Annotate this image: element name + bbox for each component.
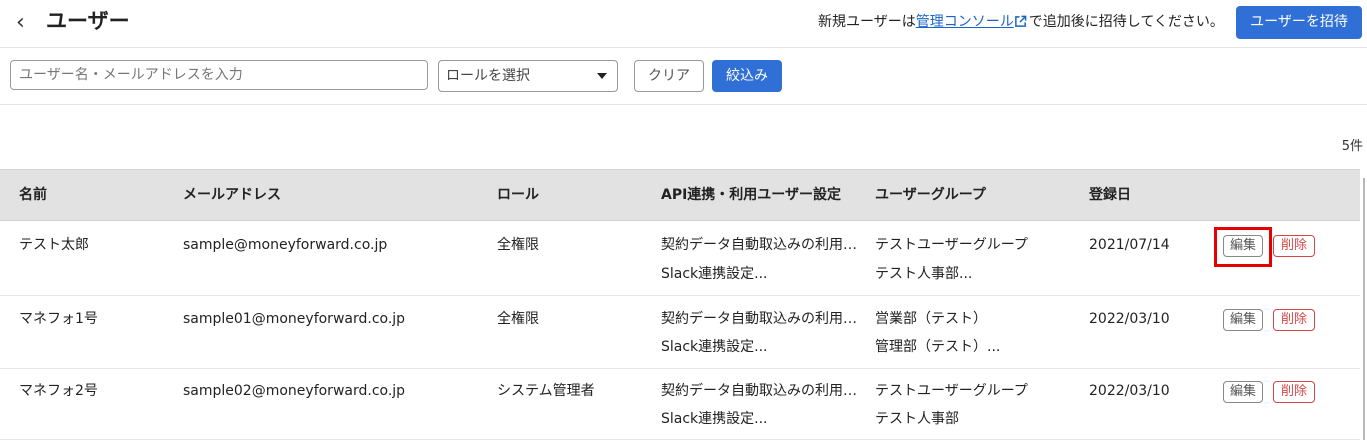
registered-date: 2022/03/10 <box>1089 383 1170 399</box>
invite-user-button[interactable]: ユーザーを招待 <box>1236 6 1362 39</box>
column-header-role: ロール <box>497 187 539 203</box>
user-group: テストユーザーグループ <box>875 237 1028 253</box>
admin-console-link[interactable]: 管理コンソール <box>916 14 1014 30</box>
search-input[interactable] <box>10 60 428 90</box>
user-group: 管理部（テスト）... <box>875 339 1001 355</box>
caret-down-icon <box>597 73 607 79</box>
registered-date: 2021/07/14 <box>1089 237 1170 253</box>
table-row <box>0 369 1360 440</box>
user-email: sample01@moneyforward.co.jp <box>183 311 406 327</box>
user-name: テスト太郎 <box>19 237 89 253</box>
delete-button[interactable]: 削除 <box>1273 309 1315 331</box>
user-name: マネフォ1号 <box>19 311 98 327</box>
user-email: sample02@moneyforward.co.jp <box>183 383 406 399</box>
role-select-label: ロールを選択 <box>446 68 530 84</box>
column-header-name: 名前 <box>19 187 47 203</box>
table-row <box>0 296 1360 369</box>
filter-button[interactable]: 絞込み <box>712 60 782 92</box>
header-divider <box>0 47 1367 48</box>
api-setting: Slack連携設定... <box>661 411 768 427</box>
clear-button[interactable]: クリア <box>634 60 704 92</box>
page-title: ユーザー <box>46 9 130 33</box>
invite-notice: 新規ユーザーは管理コンソール で追加後に招待してください。 <box>818 12 1224 32</box>
edit-button[interactable]: 編集 <box>1223 381 1263 403</box>
column-header-email: メールアドレス <box>183 187 281 203</box>
column-header-date: 登録日 <box>1089 187 1131 203</box>
api-setting: Slack連携設定... <box>661 266 768 282</box>
notice-prefix: 新規ユーザーは <box>818 14 916 30</box>
user-email: sample@moneyforward.co.jp <box>183 237 388 253</box>
scrollbar[interactable] <box>1363 178 1365 440</box>
delete-button[interactable]: 削除 <box>1273 381 1315 403</box>
registered-date: 2022/03/10 <box>1089 311 1170 327</box>
api-setting: 契約データ自動取込みの利用… <box>661 311 857 327</box>
user-group: テスト人事部... <box>875 266 973 282</box>
user-role: システム管理者 <box>497 383 595 399</box>
user-role: 全権限 <box>497 311 539 327</box>
user-group: テストユーザーグループ <box>875 383 1028 399</box>
role-select[interactable]: ロールを選択 <box>438 60 618 92</box>
external-link-icon[interactable] <box>1014 15 1027 28</box>
back-icon[interactable]: ‹ <box>16 10 38 36</box>
notice-suffix: で追加後に招待してください。 <box>1028 14 1224 30</box>
edit-button-highlight <box>1214 227 1272 267</box>
column-header-group: ユーザーグループ <box>875 187 986 203</box>
user-group: 営業部（テスト） <box>875 311 987 327</box>
edit-button[interactable]: 編集 <box>1223 309 1263 331</box>
result-count: 5件 <box>1341 139 1363 154</box>
api-setting: 契約データ自動取込みの利用… <box>661 237 857 253</box>
column-header-api: API連携・利用ユーザー設定 <box>661 187 842 203</box>
table-row <box>0 222 1360 296</box>
api-setting: 契約データ自動取込みの利用… <box>661 383 857 399</box>
user-group: テスト人事部 <box>875 411 959 427</box>
filter-divider <box>0 104 1367 105</box>
api-setting: Slack連携設定... <box>661 339 768 355</box>
user-role: 全権限 <box>497 237 539 253</box>
delete-button[interactable]: 削除 <box>1273 235 1315 257</box>
user-name: マネフォ2号 <box>19 383 98 399</box>
